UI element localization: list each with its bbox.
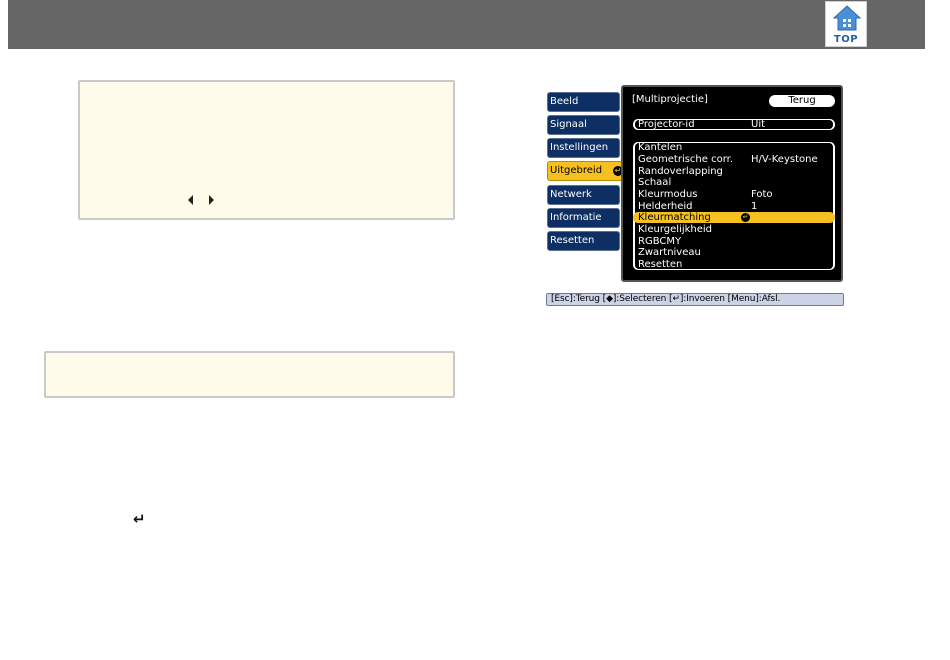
menu-item-value: H/V-Keystone — [751, 154, 818, 165]
menu-item-resetten[interactable]: Resetten — [638, 259, 682, 271]
menu-tab-instellingen[interactable]: Instellingen — [547, 138, 620, 158]
enter-icon: ↵ — [133, 510, 146, 528]
menu-item-kleurgelijkheid[interactable]: Kleurgelijkheid — [638, 224, 712, 236]
menu-tab-beeld[interactable]: Beeld — [547, 92, 620, 112]
menu-item-value: Uit — [751, 119, 766, 130]
menu-key-help-bar: [Esc]:Terug [◆]:Selecteren [↵]:Invoeren … — [546, 293, 844, 306]
home-icon — [832, 5, 862, 31]
back-button[interactable]: Terug — [769, 95, 835, 107]
menu-item-geometrische-corr[interactable]: Geometrische corr. — [638, 154, 733, 166]
page-header-bar — [8, 0, 925, 49]
menu-item-zwartniveau[interactable]: Zwartniveau — [638, 247, 701, 259]
note-box — [78, 80, 455, 220]
menu-tab-informatie[interactable]: Informatie — [547, 208, 620, 228]
menu-item-kantelen[interactable]: Kantelen — [638, 142, 682, 154]
menu-tab-netwerk[interactable]: Netwerk — [547, 185, 620, 205]
menu-item-kleurmodus[interactable]: Kleurmodus — [638, 189, 698, 201]
enter-icon: ↵ — [741, 213, 750, 222]
menu-item-projector-id[interactable]: Projector-id — [638, 119, 695, 131]
note-box — [44, 351, 455, 398]
right-arrow-icon — [209, 195, 214, 205]
menu-tab-resetten[interactable]: Resetten — [547, 231, 620, 251]
top-button[interactable]: TOP — [825, 1, 867, 47]
menu-item-kleurmatching[interactable]: Kleurmatching — [638, 212, 711, 224]
menu-item-schaal[interactable]: Schaal — [638, 177, 671, 189]
top-label: TOP — [833, 34, 859, 45]
menu-item-value: 1 — [751, 201, 758, 212]
left-arrow-icon — [188, 195, 193, 205]
menu-tab-uitgebreid[interactable]: Uitgebreid ↵ — [547, 161, 627, 181]
menu-tab-signaal[interactable]: Signaal — [547, 115, 620, 135]
menu-item-value: Foto — [751, 189, 773, 200]
panel-title: [Multiprojectie] — [632, 94, 708, 105]
